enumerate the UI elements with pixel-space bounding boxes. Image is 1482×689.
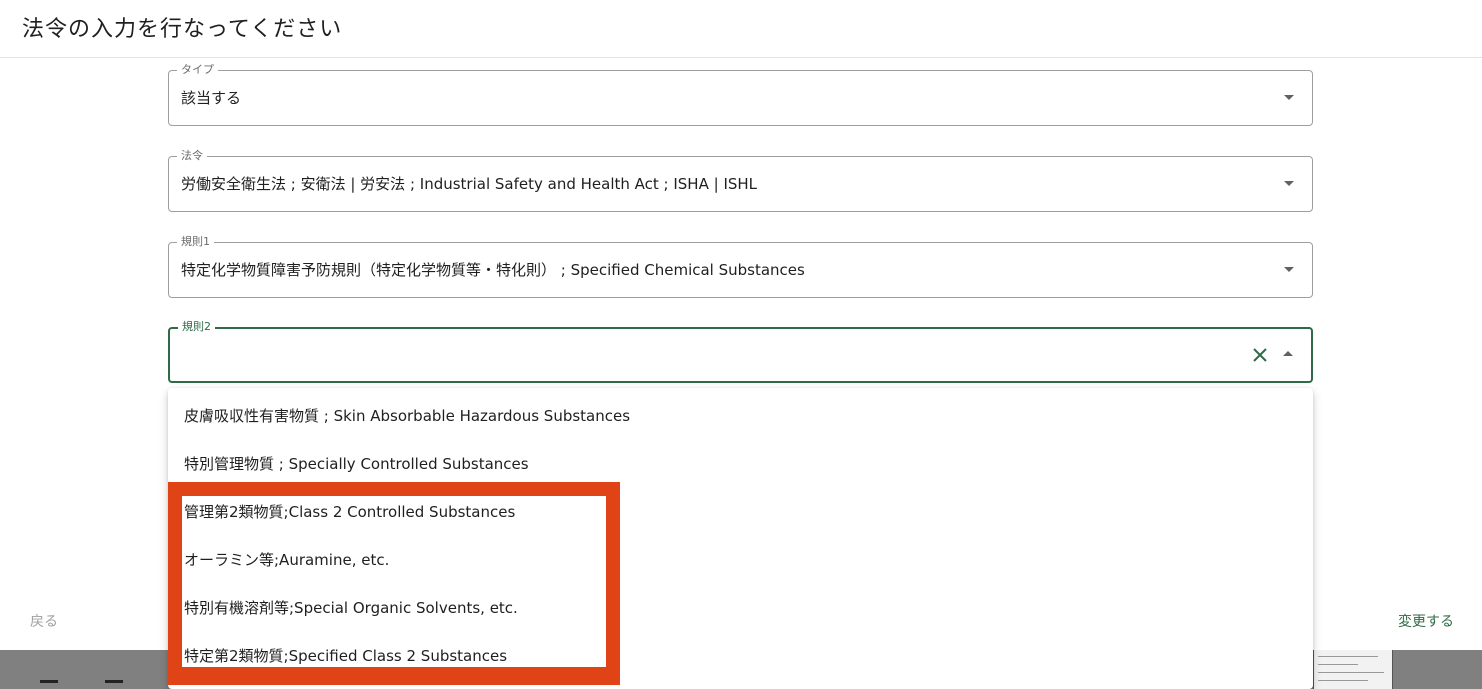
- type-value: 該当する: [181, 89, 242, 107]
- back-button[interactable]: 戻る: [30, 612, 58, 632]
- option-item[interactable]: オーラミン等;Auramine, etc.: [168, 536, 1313, 584]
- option-item[interactable]: 皮膚吸収性有害物質 ; Skin Absorbable Hazardous Su…: [168, 392, 1313, 440]
- law-select[interactable]: 法令 労働安全衛生法 ; 安衛法 | 労安法 ; Industrial Safe…: [168, 149, 1313, 212]
- option-item[interactable]: 特別管理物質 ; Specially Controlled Substances: [168, 440, 1313, 488]
- close-icon[interactable]: [1251, 346, 1269, 364]
- option-item[interactable]: 特別有機溶剤等;Special Organic Solvents, etc.: [168, 584, 1313, 632]
- background-mark: [105, 680, 123, 683]
- rule1-value: 特定化学物質障害予防規則（特定化学物質等・特化則） ; Specified Ch…: [181, 261, 805, 279]
- background-paper: [1313, 650, 1393, 689]
- background-mark: [40, 680, 58, 683]
- law-value: 労働安全衛生法 ; 安衛法 | 労安法 ; Industrial Safety …: [181, 175, 758, 193]
- chevron-down-icon[interactable]: [1284, 267, 1294, 272]
- rule2-label: 規則2: [178, 320, 215, 334]
- rule2-options-menu: 皮膚吸収性有害物質 ; Skin Absorbable Hazardous Su…: [168, 388, 1313, 689]
- chevron-down-icon[interactable]: [1284, 95, 1294, 100]
- option-item[interactable]: 特定第2類物質;Specified Class 2 Substances: [168, 632, 1313, 680]
- dialog-title: 法令の入力を行なってください: [22, 17, 343, 42]
- submit-button[interactable]: 変更する: [1398, 612, 1454, 632]
- rule2-select[interactable]: 規則2: [168, 320, 1313, 383]
- type-select[interactable]: タイプ 該当する: [168, 63, 1313, 126]
- rule1-select[interactable]: 規則1 特定化学物質障害予防規則（特定化学物質等・特化則） ; Specifie…: [168, 235, 1313, 298]
- chevron-up-icon[interactable]: [1283, 351, 1293, 356]
- chevron-down-icon[interactable]: [1284, 181, 1294, 186]
- option-item[interactable]: 管理第2類物質;Class 2 Controlled Substances: [168, 488, 1313, 536]
- title-divider: [0, 57, 1482, 58]
